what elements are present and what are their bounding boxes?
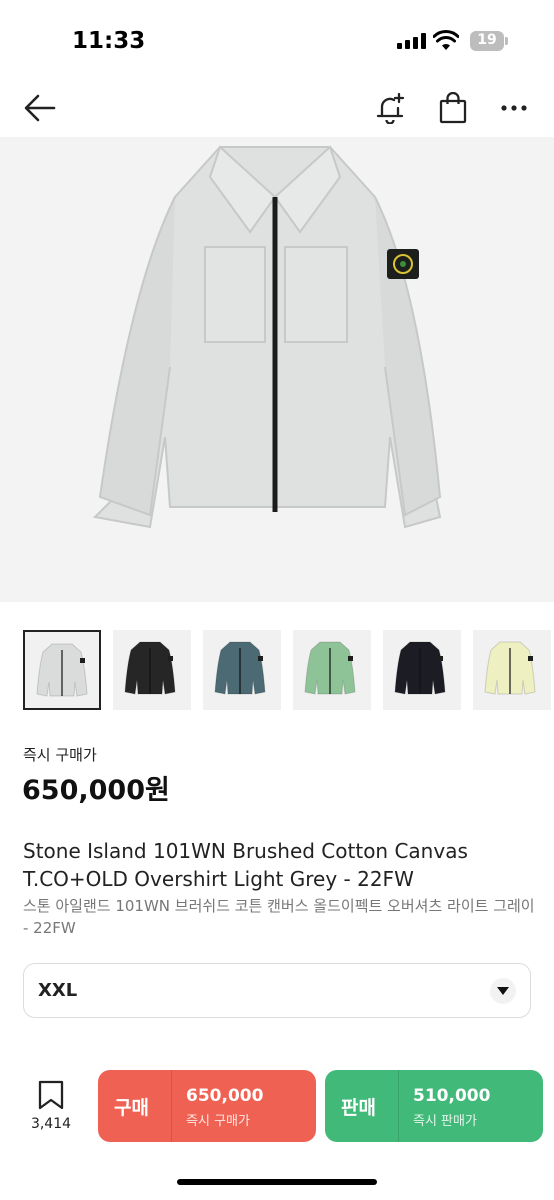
cellular-signal-icon (397, 33, 427, 49)
wishlist-button[interactable]: 3,414 (20, 1080, 82, 1132)
thumbnail-6[interactable] (473, 630, 551, 710)
size-select[interactable]: XXL (23, 963, 531, 1018)
battery-percent: 19 (477, 32, 497, 48)
shopping-bag-icon (439, 92, 467, 124)
overshirt-image (92, 145, 442, 529)
buy-button-sub: 즉시 구매가 (186, 1114, 250, 1129)
thumbnail-2[interactable] (113, 630, 191, 710)
home-indicator (177, 1179, 377, 1185)
size-value: XXL (38, 980, 78, 1001)
buy-button-price: 650,000 (186, 1086, 264, 1106)
thumbnail-3[interactable] (203, 630, 281, 710)
back-arrow-icon (24, 94, 56, 122)
thumbnail-4[interactable] (293, 630, 371, 710)
battery-icon: 19 (470, 31, 508, 51)
product-title: Stone Island 101WN Brushed Cotton Canvas… (23, 839, 468, 891)
wishlist-count: 3,414 (30, 1116, 72, 1132)
thumbnail-image (124, 641, 176, 695)
thumbnail-image (214, 641, 266, 695)
thumbnail-1[interactable] (23, 630, 101, 710)
instant-buy-price: 650,000원 (22, 775, 170, 806)
more-button[interactable] (494, 88, 534, 128)
back-button[interactable] (20, 88, 60, 128)
instant-buy-price-label: 즉시 구매가 (23, 746, 97, 764)
notification-add-icon (376, 92, 405, 124)
sell-button-label: 판매 (341, 1097, 376, 1119)
bookmark-icon (38, 1080, 64, 1110)
sell-button-price: 510,000 (413, 1086, 491, 1106)
cart-button[interactable] (433, 88, 473, 128)
status-bar: 11:33 19 (0, 0, 554, 80)
sell-button-sub: 즉시 판매가 (413, 1114, 477, 1129)
thumbnail-image (36, 643, 88, 697)
status-time: 11:33 (72, 28, 146, 54)
top-nav (0, 80, 554, 136)
thumbnail-5[interactable] (383, 630, 461, 710)
more-icon (501, 105, 527, 111)
buy-button-divider (171, 1070, 172, 1142)
thumbnail-strip (23, 630, 554, 710)
notification-button[interactable] (370, 88, 410, 128)
thumbnail-image (304, 641, 356, 695)
thumbnail-image (484, 641, 536, 695)
buy-button-label: 구매 (114, 1097, 149, 1119)
buy-button[interactable]: 구매 650,000 즉시 구매가 (98, 1070, 316, 1142)
dropdown-arrow-icon (490, 978, 516, 1004)
product-subtitle: 스톤 아일랜드 101WN 브러쉬드 코튼 캔버스 올드이펙트 오버셔츠 라이트… (23, 897, 535, 937)
sell-button[interactable]: 판매 510,000 즉시 판매가 (325, 1070, 543, 1142)
sell-button-divider (398, 1070, 399, 1142)
thumbnail-image (394, 641, 446, 695)
wifi-icon (433, 30, 459, 50)
product-image[interactable] (0, 137, 554, 602)
